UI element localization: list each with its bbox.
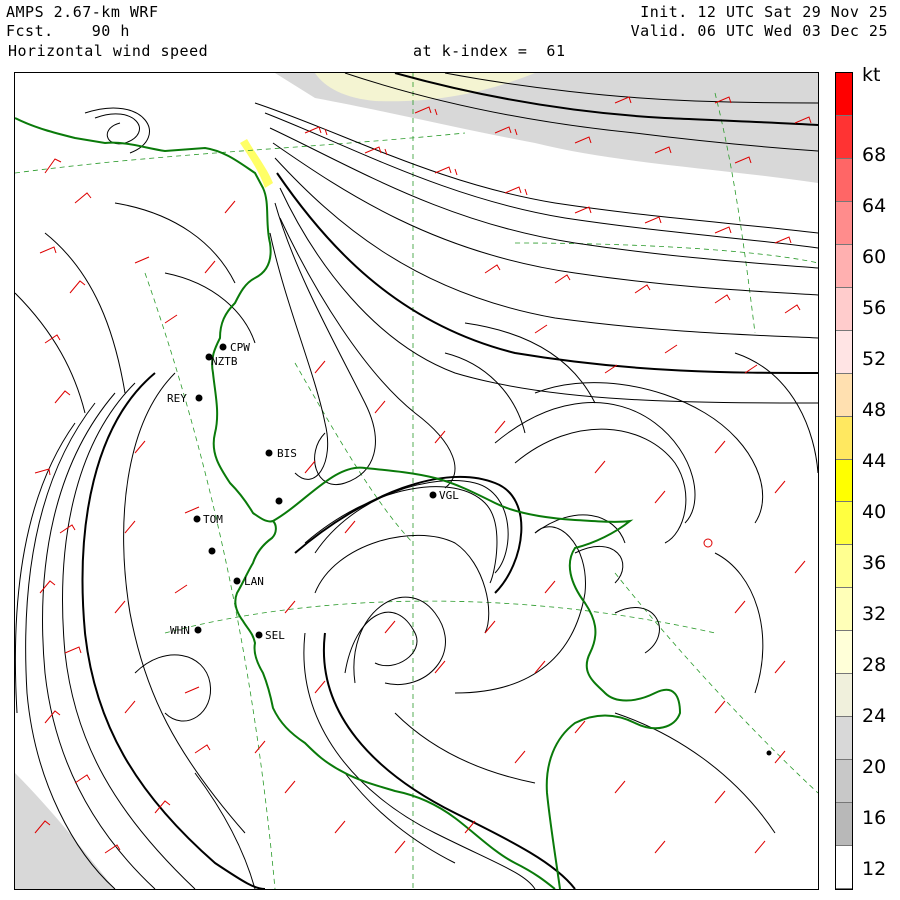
- colorbar-tick-label: 40: [862, 501, 887, 523]
- colorbar-segment: [836, 760, 852, 804]
- colorbar-segment: [836, 287, 852, 331]
- colorbar-segment: [836, 502, 852, 546]
- station-bis[interactable]: BIS: [265, 447, 297, 460]
- wind-speed-shading: [15, 73, 818, 889]
- streamlines: [15, 73, 818, 889]
- station-unnamed-1[interactable]: [275, 497, 283, 505]
- wind-map[interactable]: CPW NZTB REY BIS VGL TOM LAN SEL WHN: [14, 72, 819, 890]
- marker-circle: [703, 538, 713, 548]
- colorbar-tick-label: 68: [862, 144, 887, 166]
- svg-text:CPW: CPW: [230, 341, 250, 354]
- colorbar-tick-label: 48: [862, 399, 887, 421]
- colorbar-segment: [836, 459, 852, 503]
- colorbar-tick-label: 64: [862, 195, 887, 217]
- svg-text:VGL: VGL: [439, 489, 459, 502]
- colorbar-tick-label: 28: [862, 654, 887, 676]
- colorbar-tick-label: 32: [862, 603, 887, 625]
- station-sel[interactable]: SEL: [255, 629, 286, 642]
- colorbar-segment: [836, 846, 852, 889]
- forecast-hour: Fcst. 90 h: [6, 22, 130, 40]
- init-time: Init. 12 UTC Sat 29 Nov 25: [640, 3, 888, 21]
- colorbar-segment: [836, 73, 852, 116]
- colorbar-tick-label: 16: [862, 807, 887, 829]
- station-whn[interactable]: WHN: [170, 624, 202, 637]
- colorbar-unit: kt: [862, 64, 881, 86]
- svg-text:LAN: LAN: [244, 575, 264, 588]
- colorbar-tick-label: 24: [862, 705, 887, 727]
- station-tom[interactable]: TOM: [193, 513, 224, 526]
- colorbar-segment: [836, 115, 852, 159]
- station-unnamed-2[interactable]: [208, 547, 216, 555]
- colorbar-segment: [836, 803, 852, 847]
- stations: CPW NZTB REY BIS VGL TOM LAN SEL WHN: [167, 341, 772, 756]
- variable-name: Horizontal wind speed: [8, 42, 209, 60]
- colorbar-segment: [836, 330, 852, 374]
- colorbar-segment: [836, 416, 852, 460]
- colorbar-tick-label: 44: [862, 450, 887, 472]
- colorbar-segment: [836, 373, 852, 417]
- colorbar-segment: [836, 717, 852, 761]
- map-canvas: CPW NZTB REY BIS VGL TOM LAN SEL WHN: [15, 73, 818, 889]
- colorbar-segment: [836, 631, 852, 675]
- station-nztb[interactable]: NZTB: [205, 353, 238, 369]
- station-vgl[interactable]: VGL: [429, 489, 460, 502]
- vertical-level: at k-index = 61: [413, 42, 566, 60]
- colorbar-segment: [836, 244, 852, 288]
- colorbar-tick-label: 60: [862, 246, 887, 268]
- colorbar-tick-label: 56: [862, 297, 887, 319]
- colorbar-tick-label: 20: [862, 756, 887, 778]
- colorbar-tick-label: 52: [862, 348, 887, 370]
- svg-text:REY: REY: [167, 392, 187, 405]
- colorbar: [835, 72, 853, 890]
- svg-text:NZTB: NZTB: [211, 355, 238, 368]
- colorbar-tick-label: 36: [862, 552, 887, 574]
- station-cpw[interactable]: CPW: [219, 341, 251, 354]
- svg-text:SEL: SEL: [265, 629, 285, 642]
- colorbar-segment: [836, 674, 852, 718]
- station-lan[interactable]: LAN: [233, 575, 264, 588]
- valid-time: Valid. 06 UTC Wed 03 Dec 25: [630, 22, 888, 40]
- svg-text:WHN: WHN: [170, 624, 190, 637]
- station-unnamed-3[interactable]: [766, 750, 772, 756]
- station-rey[interactable]: REY: [167, 392, 203, 405]
- model-title: AMPS 2.67-km WRF: [6, 3, 159, 21]
- colorbar-segment: [836, 588, 852, 632]
- colorbar-segment: [836, 545, 852, 589]
- svg-text:BIS: BIS: [277, 447, 297, 460]
- colorbar-tick-label: 12: [862, 858, 887, 880]
- colorbar-segment: [836, 158, 852, 202]
- colorbar-segment: [836, 201, 852, 245]
- svg-text:TOM: TOM: [203, 513, 223, 526]
- graticule: [15, 73, 818, 889]
